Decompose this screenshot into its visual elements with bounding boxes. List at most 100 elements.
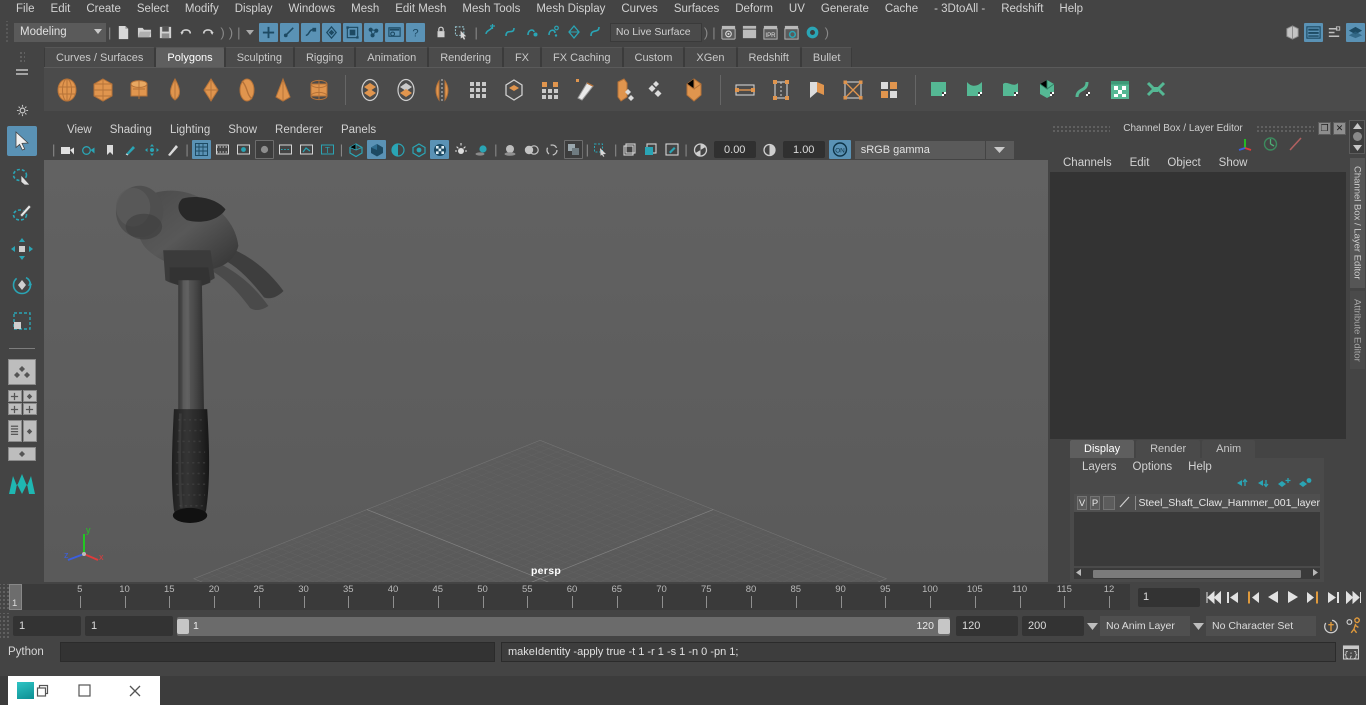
xray-joints-icon[interactable] <box>297 140 316 159</box>
select-by-object-icon[interactable] <box>280 22 300 42</box>
menu-item-modify[interactable]: Modify <box>177 0 227 19</box>
poly-torus-icon[interactable] <box>194 71 228 109</box>
menu-item-edit[interactable]: Edit <box>43 0 79 19</box>
help-snap-icon[interactable]: ? <box>406 22 426 42</box>
step-back-key-icon[interactable] <box>1224 587 1242 607</box>
range-slider-bar[interactable]: 1 120 <box>177 616 950 636</box>
shelf-tab-rigging[interactable]: Rigging <box>293 47 356 67</box>
channel-box-menu-channels[interactable]: Channels <box>1054 157 1121 169</box>
exposure-icon[interactable] <box>691 140 710 159</box>
menu-set-selector[interactable]: Modeling <box>14 22 106 42</box>
viewport-snapshot-icon[interactable] <box>662 140 681 159</box>
side-tab-attribute-editor[interactable]: Attribute Editor <box>1349 290 1365 370</box>
range-end-handle[interactable] <box>938 618 950 634</box>
lighting-icon[interactable] <box>451 140 470 159</box>
menu-item-curves[interactable]: Curves <box>613 0 665 19</box>
dock-scroll-control[interactable] <box>1349 120 1365 154</box>
film-gate-icon[interactable] <box>213 140 232 159</box>
status-line-grip[interactable] <box>4 21 10 43</box>
shelf-tab-bullet[interactable]: Bullet <box>800 47 853 67</box>
auto-key-icon[interactable] <box>1322 616 1340 636</box>
play-backwards-icon[interactable] <box>1264 587 1282 607</box>
view-transform-dropdown-arrow[interactable] <box>985 140 1014 159</box>
dock-grip-right[interactable] <box>1256 124 1314 133</box>
rotate-tool[interactable] <box>7 270 37 300</box>
channel-box-menu-show[interactable]: Show <box>1210 157 1257 169</box>
menu-item-surfaces[interactable]: Surfaces <box>666 0 727 19</box>
uv-cylindrical-icon[interactable] <box>959 71 993 109</box>
modeling-toolkit-icon[interactable] <box>1283 23 1302 42</box>
color-management-icon[interactable]: ON <box>828 140 851 159</box>
poly-append-icon[interactable] <box>764 71 798 109</box>
snap-to-projected-center-icon[interactable] <box>544 23 563 42</box>
tab-anim[interactable]: Anim <box>1202 440 1256 458</box>
chevron-down-icon[interactable] <box>246 29 255 35</box>
film-origin-icon[interactable] <box>276 140 295 159</box>
menu-item-deform[interactable]: Deform <box>727 0 781 19</box>
shelf-tab-redshift[interactable]: Redshift <box>736 47 801 67</box>
menu-item-mesh-tools[interactable]: Mesh Tools <box>454 0 528 19</box>
exposure-value[interactable]: 0.00 <box>713 141 756 158</box>
view-transform-selector[interactable]: sRGB gamma <box>854 140 985 159</box>
poly-cylinder-icon[interactable] <box>122 71 156 109</box>
viewport-menu-view[interactable]: View <box>58 124 101 136</box>
close-window-icon[interactable] <box>109 676 160 705</box>
channel-box-menu-object[interactable]: Object <box>1158 157 1209 169</box>
tab-render[interactable]: Render <box>1136 440 1201 458</box>
range-slider-grip[interactable] <box>0 613 9 639</box>
viewport-menu-panels[interactable]: Panels <box>332 124 385 136</box>
move-layer-down-icon[interactable] <box>1256 477 1270 492</box>
maximize-window-icon[interactable] <box>59 676 110 705</box>
lock-icon[interactable] <box>431 23 450 42</box>
step-forward-key-icon[interactable] <box>1324 587 1342 607</box>
quick-layout-outliner-persp[interactable] <box>7 420 37 442</box>
display-layer-icon[interactable] <box>620 140 639 159</box>
layer-playback-toggle[interactable]: P <box>1090 496 1100 510</box>
attribute-editor-icon[interactable] <box>1304 22 1323 42</box>
poly-pyramid-icon[interactable] <box>266 71 300 109</box>
anim-layer-selector[interactable]: No Anim Layer <box>1100 616 1190 636</box>
snap-point-icon[interactable] <box>364 22 384 42</box>
command-input[interactable] <box>60 642 495 662</box>
shelf-tab-rendering[interactable]: Rendering <box>428 47 503 67</box>
viewport-menu-renderer[interactable]: Renderer <box>266 124 332 136</box>
scroll-thumb[interactable] <box>1093 569 1301 578</box>
menu-item-display[interactable]: Display <box>227 0 281 19</box>
time-slider-grip[interactable] <box>0 584 9 610</box>
viewport-menu-shading[interactable]: Shading <box>101 124 161 136</box>
poly-smooth-icon[interactable] <box>461 71 495 109</box>
maya-taskbar-icon[interactable] <box>8 676 59 705</box>
perspective-viewport[interactable]: y x z persp <box>44 160 1048 582</box>
channel-box-menu-edit[interactable]: Edit <box>1121 157 1159 169</box>
gamma-icon[interactable] <box>760 140 779 159</box>
new-layer-from-selected-icon[interactable] <box>1298 477 1312 492</box>
range-end-field[interactable]: 120 <box>956 616 1018 636</box>
poly-cube-icon[interactable] <box>86 71 120 109</box>
dock-grip-left[interactable] <box>1052 124 1110 133</box>
shelf-options-icon[interactable] <box>16 104 29 120</box>
animation-preferences-icon[interactable] <box>1344 616 1362 636</box>
axis-display-icon[interactable] <box>1236 136 1254 155</box>
viewport-menu-show[interactable]: Show <box>219 124 266 136</box>
poly-triangulate-icon[interactable] <box>641 71 675 109</box>
layer-shading-toggle[interactable] <box>1103 496 1115 510</box>
uv-layout-icon[interactable] <box>1139 71 1173 109</box>
menu-item-file[interactable]: File <box>8 0 43 19</box>
shelf-tab-fx[interactable]: FX <box>502 47 542 67</box>
poly-multicut-icon[interactable] <box>569 71 603 109</box>
new-scene-icon[interactable] <box>114 23 133 42</box>
uv-spherical-icon[interactable] <box>995 71 1029 109</box>
restore-panel-icon[interactable]: ❐ <box>1318 122 1331 135</box>
anim-layer-dropdown-arrow[interactable] <box>1190 616 1206 636</box>
menu-item-select[interactable]: Select <box>129 0 177 19</box>
poly-extract-icon[interactable] <box>497 71 531 109</box>
make-live-icon[interactable] <box>586 23 605 42</box>
layer-name[interactable]: Steel_Shaft_Claw_Hammer_001_layer <box>1139 497 1321 509</box>
scale-tool[interactable] <box>7 306 37 336</box>
render-sequence-icon[interactable] <box>740 23 759 42</box>
viewport-menu-lighting[interactable]: Lighting <box>161 124 219 136</box>
quick-layout-persp-graph[interactable] <box>7 447 37 461</box>
select-by-hierarchy-icon[interactable] <box>259 22 279 42</box>
layer-color-swatch[interactable] <box>1118 495 1132 512</box>
wireframe-icon[interactable] <box>346 140 365 159</box>
